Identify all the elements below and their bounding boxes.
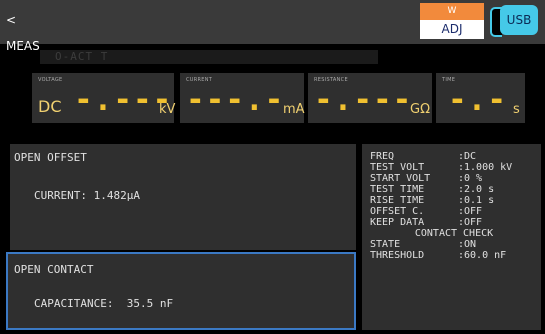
usb-button[interactable]: USB [490, 5, 542, 37]
setting-row-offset-c: OFFSET C. :OFF [370, 206, 538, 217]
contact-check-label: CONTACT CHECK [414, 228, 494, 239]
current-readout: ---.- [186, 82, 285, 118]
setting-key: THRESHOLD [370, 250, 425, 261]
voltage-label: VOLTAGE [38, 77, 63, 83]
time-readout: -.- [448, 82, 507, 118]
open-contact-panel[interactable]: OPEN CONTACT CAPACITANCE: 35.5 nF [6, 252, 356, 330]
open-offset-title: OPEN OFFSET [14, 151, 87, 164]
setting-value: :ON [458, 239, 477, 250]
setting-key: RISE TIME [370, 195, 425, 206]
usb-label: USB [500, 5, 538, 35]
setting-key: KEEP DATA [370, 217, 425, 228]
setting-value: :60.0 nF [458, 250, 507, 261]
adj-label: ADJ [420, 20, 484, 39]
setting-key: OFFSET C. [370, 206, 425, 217]
adj-button[interactable]: W ADJ [420, 3, 484, 39]
time-panel: TIME -.- s [436, 73, 525, 123]
setting-key: TEST VOLT [370, 162, 425, 173]
open-contact-title: OPEN CONTACT [14, 263, 94, 276]
setting-key: STATE [370, 239, 401, 250]
title-strip-text: O-ACT T [55, 50, 109, 63]
dc-mode-label: DC [38, 97, 62, 116]
setting-row-test-volt: TEST VOLT :1.000 kV [370, 162, 538, 173]
setting-value: :0.1 s [458, 195, 495, 206]
setting-key: TEST TIME [370, 184, 425, 195]
setting-row-threshold: THRESHOLD :60.0 nF [370, 250, 538, 261]
screen: < MEAS W ADJ USB O-ACT T VOLTAGE DC -.--… [0, 0, 545, 334]
setting-row-freq: FREQ :DC [370, 151, 538, 162]
setting-row-rise-time: RISE TIME :0.1 s [370, 195, 538, 206]
voltage-panel: VOLTAGE DC -.--- kV [32, 73, 176, 123]
setting-row-state: STATE :ON [370, 239, 538, 250]
top-bar: < MEAS W ADJ USB [0, 0, 545, 53]
open-offset-panel[interactable]: OPEN OFFSET CURRENT: 1.482μA [10, 144, 356, 250]
current-panel: CURRENT ---.- mA [180, 73, 305, 123]
setting-value: :OFF [458, 206, 483, 217]
setting-value: :2.0 s [458, 184, 495, 195]
setting-row-test-time: TEST TIME :2.0 s [370, 184, 538, 195]
settings-panel: FREQ :DC TEST VOLT :1.000 kV START VOLT … [362, 144, 541, 330]
setting-row-start-volt: START VOLT :0 % [370, 173, 538, 184]
setting-value: :0 % [458, 173, 483, 184]
resistance-unit: GΩ [410, 102, 431, 117]
voltage-unit: kV [159, 102, 176, 117]
open-offset-current: CURRENT: 1.482μA [34, 189, 140, 202]
current-unit: mA [283, 102, 305, 117]
setting-value: :1.000 kV [458, 162, 513, 173]
resistance-panel: RESISTANCE -.--- GΩ [308, 73, 432, 123]
voltage-readout: -.--- [74, 82, 173, 118]
time-unit: s [513, 102, 520, 117]
adj-indicator-icon: W [420, 3, 484, 20]
setting-key: FREQ [370, 151, 395, 162]
setting-key: START VOLT [370, 173, 431, 184]
resistance-readout: -.--- [314, 82, 413, 118]
open-contact-capacitance: CAPACITANCE: 35.5 nF [34, 297, 174, 310]
back-to-meas-button[interactable]: < MEAS [6, 7, 53, 53]
setting-value: :DC [458, 151, 477, 162]
contact-check-header: CONTACT CHECK [370, 228, 538, 239]
setting-row-keep-data: KEEP DATA :OFF [370, 217, 538, 228]
setting-value: :OFF [458, 217, 483, 228]
